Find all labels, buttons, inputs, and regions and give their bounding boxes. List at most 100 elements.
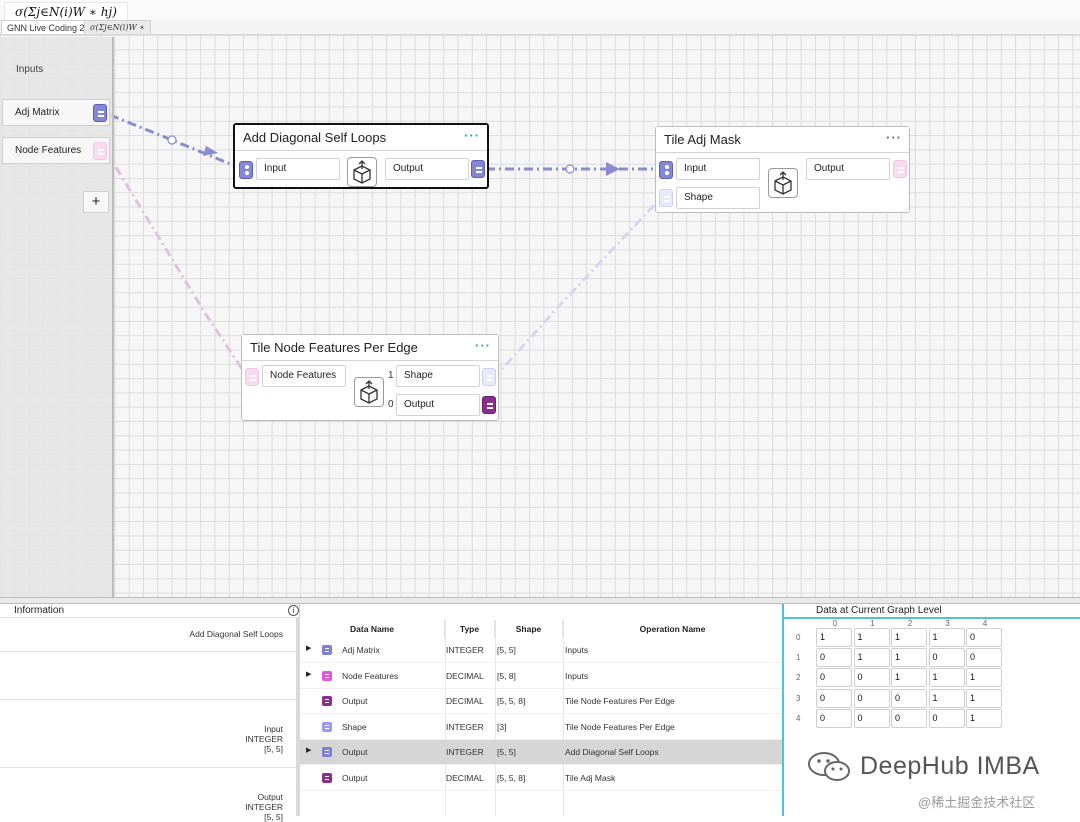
node-menu-icon[interactable]: ··· <box>475 338 491 353</box>
matrix-cell[interactable]: 0 <box>853 688 890 708</box>
column-header-type[interactable]: Type <box>445 620 495 638</box>
matrix-cell[interactable]: 0 <box>928 648 965 668</box>
input-field[interactable]: Input <box>676 158 760 180</box>
node-features-output-port-icon[interactable] <box>93 142 107 160</box>
data-type-icon <box>322 696 332 706</box>
cell-type: DECIMAL <box>446 772 484 783</box>
node-add-diagonal-self-loops[interactable]: Add Diagonal Self Loops ··· Input Output <box>233 123 489 189</box>
watermark-subtext: @稀土掘金技术社区 <box>918 795 1036 810</box>
matrix-cell[interactable]: 1 <box>966 688 1002 708</box>
box-operation-icon[interactable] <box>768 168 798 198</box>
node-menu-icon[interactable]: ··· <box>464 128 480 143</box>
expand-arrow-icon[interactable]: ▶ <box>306 670 311 678</box>
table-row[interactable]: ▶ Adj Matrix INTEGER [5, 5] Inputs <box>300 638 782 663</box>
matrix-cell[interactable]: 0 <box>966 628 1002 647</box>
wechat-logo-icon <box>808 752 850 781</box>
output-field[interactable]: Output <box>806 158 890 180</box>
cell-operation-name: Inputs <box>565 670 589 681</box>
shape-output-port-icon[interactable] <box>482 368 496 386</box>
cell-shape: [5, 5, 8] <box>497 772 526 783</box>
node-features-field[interactable]: Node Features <box>262 365 346 387</box>
matrix-cell[interactable]: 0 <box>853 708 890 728</box>
output-port-icon[interactable] <box>893 160 907 178</box>
expand-arrow-icon[interactable]: ▶ <box>306 746 311 754</box>
adj-matrix-output-port-icon[interactable] <box>93 104 107 122</box>
panel-divider[interactable] <box>0 597 1080 604</box>
table-row[interactable]: Output DECIMAL [5, 5, 8] Tile Node Features… <box>300 689 782 714</box>
info-icon[interactable]: i <box>288 605 299 616</box>
column-header-data-name[interactable]: Data Name <box>300 620 445 638</box>
cell-type: INTEGER <box>446 721 484 732</box>
output-port-icon[interactable] <box>482 396 496 414</box>
matrix-cell[interactable]: 1 <box>891 648 927 668</box>
matrix-cell[interactable]: 0 <box>853 668 890 688</box>
matrix-cell[interactable]: 1 <box>966 708 1002 728</box>
matrix-cell[interactable]: 0 <box>816 708 852 728</box>
matrix-cell[interactable]: 1 <box>853 648 890 668</box>
cell-type: DECIMAL <box>446 670 484 681</box>
input-port-icon[interactable] <box>659 161 673 179</box>
matrix-cell[interactable]: 1 <box>966 668 1002 688</box>
matrix-cell[interactable]: 0 <box>966 648 1002 668</box>
expand-arrow-icon[interactable]: ▶ <box>306 644 311 652</box>
wire-midpoint <box>565 164 575 174</box>
cell-type: INTEGER <box>446 747 484 757</box>
node-tile-node-features-per-edge[interactable]: Tile Node Features Per Edge ··· Node Fea… <box>241 334 499 421</box>
box-operation-icon[interactable] <box>354 377 384 407</box>
add-input-button[interactable]: + <box>83 191 109 213</box>
tab-gnn-live-coding[interactable]: GNN Live Coding 2 <box>1 20 91 34</box>
matrix-cell[interactable]: 0 <box>816 688 852 708</box>
matrix-cell[interactable]: 0 <box>928 708 965 728</box>
node-header[interactable]: Add Diagonal Self Loops ··· <box>235 125 487 151</box>
input-item-label: Adj Matrix <box>15 107 60 118</box>
input-item-node-features[interactable]: Node Features <box>2 137 110 164</box>
matrix-cell[interactable]: 0 <box>891 688 927 708</box>
node-header[interactable]: Tile Node Features Per Edge ··· <box>242 335 498 361</box>
node-menu-icon[interactable]: ··· <box>886 130 902 145</box>
data-type-icon <box>322 645 332 655</box>
matrix-cell[interactable]: 1 <box>928 668 965 688</box>
matrix-title: Data at Current Graph Level <box>816 605 942 616</box>
node-header[interactable]: Tile Adj Mask ··· <box>656 127 909 153</box>
data-table: Data Name Type Shape Operation Name ▶ Adj… <box>300 604 782 816</box>
node-tile-adj-mask[interactable]: Tile Adj Mask ··· Input Shape Output <box>655 126 910 213</box>
table-row[interactable]: Shape INTEGER [3] Tile Node Features Per Ed… <box>300 715 782 740</box>
table-row[interactable]: ▶ Output INTEGER [5, 5] Add Diagonal Self Lo… <box>300 740 782 765</box>
matrix-cell[interactable]: 1 <box>891 668 927 688</box>
output-field[interactable]: Output <box>396 394 480 416</box>
input-field[interactable]: Input <box>256 158 340 180</box>
output-port-icon[interactable] <box>471 160 485 178</box>
table-row[interactable]: ▶ Node Features DECIMAL [5, 8] Inputs <box>300 664 782 689</box>
cell-shape: [3] <box>497 721 507 732</box>
matrix-cell[interactable]: 1 <box>928 628 965 647</box>
matrix-cell[interactable]: 1 <box>853 628 890 647</box>
matrix-cell[interactable]: 1 <box>816 628 852 647</box>
output-field[interactable]: Output <box>385 158 469 180</box>
input-item-adj-matrix[interactable]: Adj Matrix <box>2 99 110 126</box>
matrix-cell[interactable]: 0 <box>891 708 927 728</box>
shape-port-icon[interactable] <box>659 189 673 207</box>
graph-canvas[interactable]: Inputs Adj Matrix Node Features + Add Di… <box>0 35 1080 597</box>
column-header-shape[interactable]: Shape <box>495 620 563 638</box>
box-operation-icon[interactable] <box>347 157 377 187</box>
cell-operation-name: Tile Node Features Per Edge <box>565 721 675 732</box>
node-title: Tile Adj Mask <box>664 132 741 147</box>
tab-formula[interactable]: σ(Σj∈N(i)W ∗ <box>84 20 151 34</box>
shape-field[interactable]: Shape <box>396 365 480 387</box>
cell-shape: [5, 5] <box>497 747 516 757</box>
matrix-cell[interactable]: 0 <box>816 668 852 688</box>
cell-data-name: Output <box>342 772 368 783</box>
cell-shape: [5, 5] <box>497 645 516 655</box>
window-title-bar: σ(Σj∈N(i)W ∗ hj) <box>0 0 1080 20</box>
info-input-block: Input INTEGER [5, 5] <box>245 724 283 754</box>
matrix-cell[interactable]: 0 <box>816 648 852 668</box>
matrix-column-label: 4 <box>982 619 988 628</box>
table-row[interactable]: Output DECIMAL [5, 5, 8] Tile Adj Mask <box>300 766 782 791</box>
shape-field[interactable]: Shape <box>676 187 760 209</box>
matrix-cell[interactable]: 1 <box>928 688 965 708</box>
matrix-column-label: 2 <box>907 619 913 628</box>
input-port-icon[interactable] <box>245 368 259 386</box>
matrix-cell[interactable]: 1 <box>891 628 927 647</box>
input-port-icon[interactable] <box>239 161 253 179</box>
column-header-operation-name[interactable]: Operation Name <box>563 620 782 638</box>
